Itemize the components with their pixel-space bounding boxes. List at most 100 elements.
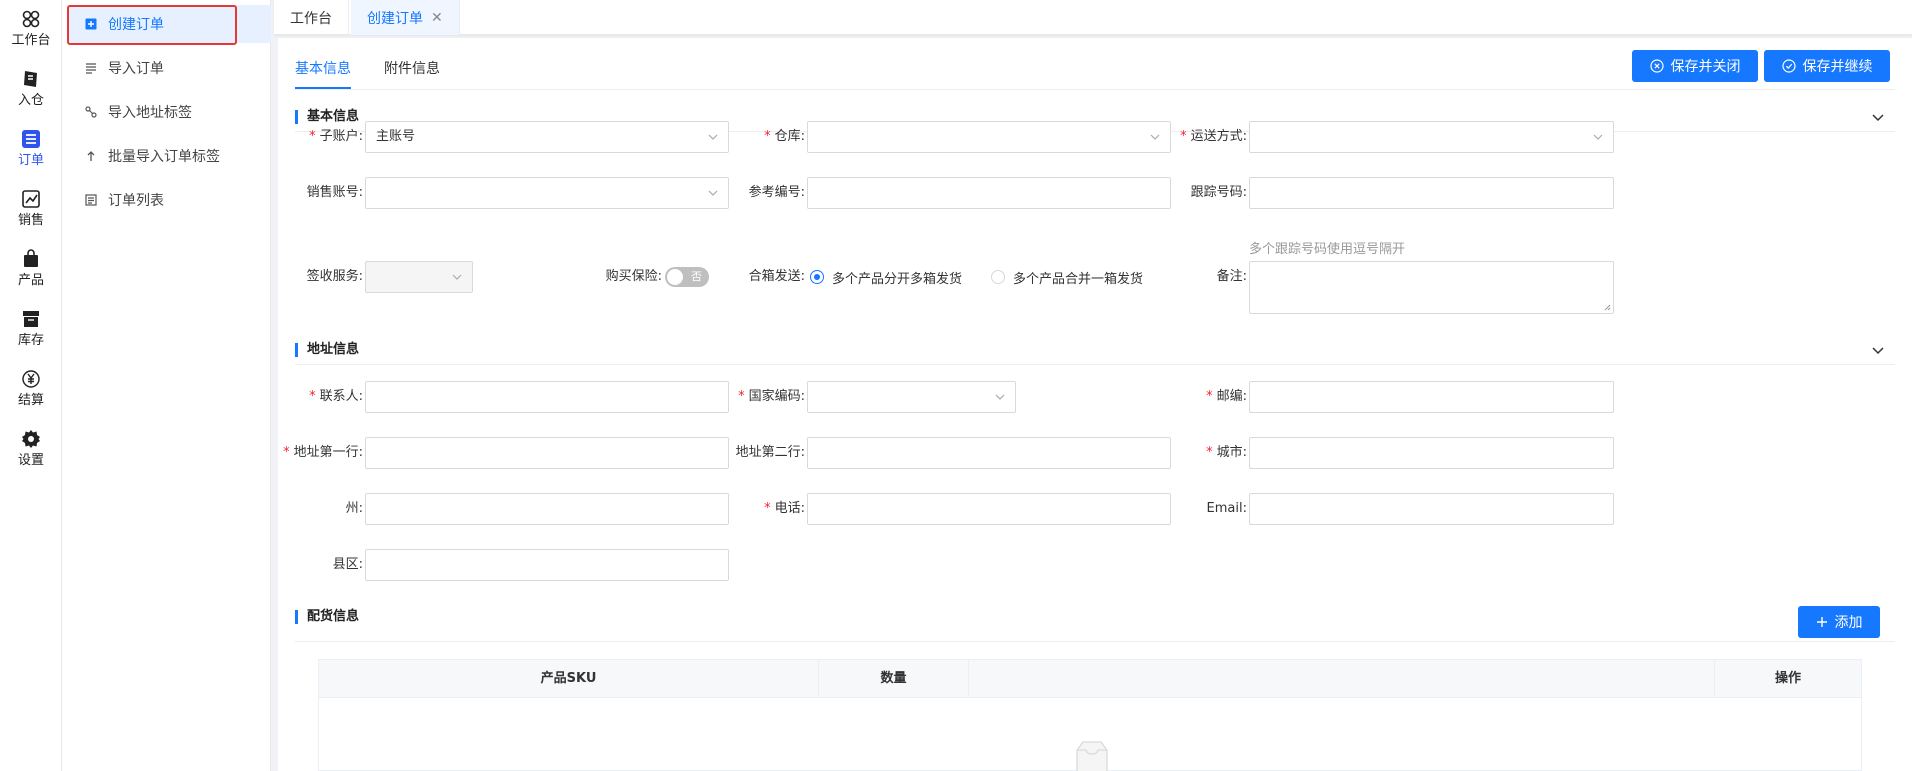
submenu-item-import-address-label[interactable]: 导入地址标签 (68, 93, 271, 131)
toggle-knob (667, 269, 683, 285)
tracking-number-hint: 多个跟踪号码使用逗号隔开 (1249, 242, 1406, 257)
tab-label: 工作台 (290, 10, 332, 27)
rail-item-workspace[interactable]: 工作台 (0, 0, 62, 56)
rail-label: 销售 (17, 213, 44, 228)
table-header: 产品SKU 数量 操作 (319, 660, 1861, 698)
email-input[interactable] (1249, 493, 1614, 525)
submenu-label: 订单列表 (108, 193, 164, 209)
submenu-item-batch-import-label[interactable]: 批量导入订单标签 (68, 137, 271, 175)
list-icon (84, 193, 98, 207)
page-tab-bar: 工作台 创建订单 ✕ (274, 0, 1912, 35)
submenu-item-order-list[interactable]: 订单列表 (68, 181, 271, 219)
rail-label: 工作台 (11, 33, 51, 48)
contact-input[interactable] (365, 381, 729, 413)
rail-item-settlement[interactable]: 结算 (0, 360, 62, 416)
sub-account-value: 主账号 (376, 129, 416, 144)
close-icon[interactable]: ✕ (431, 10, 443, 26)
state-label: 州: (345, 501, 363, 516)
county-input[interactable] (365, 549, 729, 581)
address-line1-label: * 地址第一行: (283, 445, 363, 460)
column-header-quantity: 数量 (819, 660, 969, 698)
submenu-label: 导入订单 (108, 61, 164, 77)
plus-icon (1816, 616, 1828, 628)
contact-label: * 联系人: (309, 389, 363, 404)
submenu-item-import-order[interactable]: 导入订单 (68, 49, 271, 87)
combine-option-separate[interactable]: 多个产品分开多箱发货 (810, 261, 962, 293)
zip-code-label: * 邮编: (1206, 389, 1247, 404)
tab-attachment-info[interactable]: 附件信息 (384, 58, 440, 78)
radio-dot (810, 270, 824, 284)
button-label: 保存并关闭 (1670, 59, 1741, 75)
save-and-continue-button[interactable]: 保存并继续 (1764, 50, 1890, 82)
section-title-address: 地址信息 (295, 342, 359, 358)
zip-code-input[interactable] (1249, 381, 1614, 413)
submenu-label: 导入地址标签 (108, 105, 192, 121)
column-header-actions: 操作 (1774, 671, 1801, 686)
chevron-down-icon[interactable] (1870, 110, 1886, 126)
county-label: 县区: (332, 557, 363, 572)
warehouse-label: * 仓库: (764, 129, 805, 144)
chevron-down-icon[interactable] (1870, 343, 1886, 359)
close-circle-icon (1649, 59, 1664, 73)
rail-item-orders[interactable]: 订单 (0, 120, 62, 176)
rail-item-settings[interactable]: 设置 (0, 420, 62, 476)
sales-account-label: 销售账号: (306, 185, 363, 200)
button-label: 保存并继续 (1802, 59, 1873, 75)
inbound-icon (19, 67, 43, 91)
radio-label: 多个产品分开多箱发货 (832, 271, 963, 287)
column-header-sku: 产品SKU (319, 660, 819, 698)
rail-label: 设置 (17, 453, 44, 468)
tab-create-order[interactable]: 创建订单 ✕ (351, 0, 460, 35)
sub-account-label: * 子账户: (309, 129, 363, 144)
chevron-down-icon (1593, 134, 1603, 140)
radio-label: 多个产品合并一箱发货 (1013, 271, 1144, 287)
order-list-icon (19, 127, 43, 151)
warehouse-select[interactable] (807, 121, 1171, 153)
chevron-down-icon (1150, 134, 1160, 140)
remark-textarea[interactable] (1249, 261, 1614, 314)
chevron-down-icon (995, 394, 1005, 400)
sign-service-select[interactable] (365, 261, 473, 293)
insurance-label: 购买保险: (605, 269, 662, 284)
combine-option-merged[interactable]: 多个产品合并一箱发货 (991, 261, 1143, 293)
address-line1-input[interactable] (365, 437, 729, 469)
reference-number-input[interactable] (807, 177, 1171, 209)
yuan-icon (19, 367, 43, 391)
arrow-up-icon (84, 149, 98, 163)
column-header-blank (969, 660, 1715, 698)
rail-item-sales[interactable]: 销售 (0, 180, 62, 236)
sign-service-label: 签收服务: (306, 269, 363, 284)
chevron-down-icon (452, 274, 462, 280)
rail-item-products[interactable]: 产品 (0, 240, 62, 296)
address-line2-input[interactable] (807, 437, 1171, 469)
phone-label: * 电话: (764, 501, 805, 516)
rail-label: 库存 (17, 333, 44, 348)
toggle-text: 否 (691, 270, 702, 283)
create-order-panel: 基本信息 附件信息 保存并关闭 保存并继续 基本信息 * 子账户: 主账号 * 仓库… (278, 38, 1912, 771)
submenu-item-create-order[interactable]: 创建订单 (68, 5, 271, 43)
tab-workspace[interactable]: 工作台 (274, 0, 349, 35)
add-item-button[interactable]: 添加 (1798, 606, 1880, 638)
sales-icon (19, 187, 43, 211)
reference-number-label: 参考编号: (748, 185, 805, 200)
rail-item-inbound[interactable]: 入仓 (0, 60, 62, 116)
state-input[interactable] (365, 493, 729, 525)
shipping-method-select[interactable] (1249, 121, 1614, 153)
phone-input[interactable] (807, 493, 1171, 525)
button-label: 添加 (1834, 615, 1863, 631)
main-nav-rail: 工作台 入仓 订单 销售 产品 库存 结算 设置 (0, 0, 62, 771)
email-label: Email: (1206, 501, 1247, 516)
country-code-select[interactable] (807, 381, 1016, 413)
insurance-toggle[interactable]: 否 (665, 267, 709, 287)
save-and-close-button[interactable]: 保存并关闭 (1632, 50, 1758, 82)
city-input[interactable] (1249, 437, 1614, 469)
resize-handle-icon[interactable] (1604, 304, 1611, 311)
tracking-number-input[interactable] (1249, 177, 1614, 209)
sub-account-select[interactable]: 主账号 (365, 121, 729, 153)
tab-label: 创建订单 (367, 10, 423, 27)
rail-item-inventory[interactable]: 库存 (0, 300, 62, 356)
rail-label: 订单 (17, 153, 44, 168)
link-icon (84, 105, 98, 119)
tab-basic-info[interactable]: 基本信息 (295, 58, 351, 78)
sales-account-select[interactable] (365, 177, 729, 209)
